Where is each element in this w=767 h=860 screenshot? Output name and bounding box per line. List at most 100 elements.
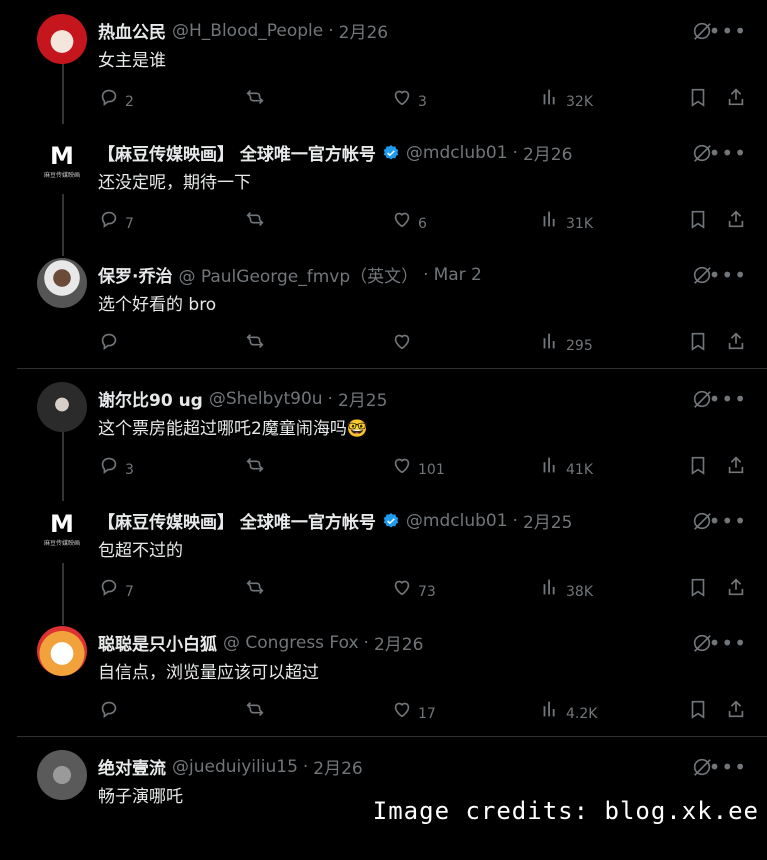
reply-button[interactable]: 2 bbox=[98, 86, 134, 112]
bar-chart-icon bbox=[539, 454, 561, 480]
red-rabbit-avatar[interactable] bbox=[37, 14, 87, 64]
more-options-icon[interactable]: ••• bbox=[709, 509, 747, 533]
views-button[interactable]: 4.2K bbox=[539, 698, 597, 724]
reply-count: 7 bbox=[125, 584, 134, 600]
display-name[interactable]: 【麻豆传媒映画】 全球唯一官方帐号 bbox=[98, 508, 376, 533]
display-name[interactable]: 保罗·乔治 bbox=[98, 262, 172, 287]
share-icon bbox=[725, 330, 747, 356]
user-handle[interactable]: @ Congress Fox bbox=[223, 633, 359, 653]
heart-icon bbox=[391, 576, 413, 602]
reply-icon bbox=[98, 454, 120, 480]
views-button[interactable]: 31K bbox=[539, 208, 593, 234]
like-button[interactable]: 6 bbox=[391, 208, 427, 234]
tweet[interactable]: 热血公民 @H_Blood_People · 2月26 ••• 女主是谁 2 3 32K bbox=[37, 14, 767, 124]
bar-chart-icon bbox=[539, 208, 561, 234]
tweet[interactable]: M 麻豆传媒映画 【麻豆传媒映画】 全球唯一官方帐号 @mdclub01 · 2月25 ••… bbox=[37, 504, 767, 614]
user-handle[interactable]: @Shelbyt90u bbox=[209, 389, 323, 409]
bookmark-button[interactable] bbox=[687, 576, 709, 602]
reply-button[interactable]: 3 bbox=[98, 454, 134, 480]
reply-button[interactable]: 7 bbox=[98, 576, 134, 602]
more-options-icon[interactable]: ••• bbox=[709, 141, 747, 165]
retweet-button[interactable] bbox=[244, 86, 271, 112]
madou-logo[interactable]: M 麻豆传媒映画 bbox=[37, 136, 87, 186]
share-button[interactable] bbox=[725, 576, 747, 602]
user-handle[interactable]: @mdclub01 bbox=[406, 143, 508, 163]
tweet[interactable]: 谢尔比90 ug @Shelbyt90u · 2月25 ••• 这个票房能超过哪吒2魔童闹… bbox=[37, 382, 767, 492]
reply-icon bbox=[98, 208, 120, 234]
reply-button[interactable] bbox=[98, 330, 125, 356]
bookmark-button[interactable] bbox=[687, 330, 709, 356]
views-count: 38K bbox=[566, 584, 593, 600]
display-name[interactable]: 热血公民 bbox=[98, 18, 166, 43]
retweet-button[interactable] bbox=[244, 698, 271, 724]
tweet-header: 聪聪是只小白狐 @ Congress Fox · 2月26 bbox=[98, 630, 423, 656]
like-button[interactable]: 73 bbox=[391, 576, 436, 602]
more-options-icon[interactable]: ••• bbox=[709, 263, 747, 287]
tweet-header: 热血公民 @H_Blood_People · 2月26 bbox=[98, 18, 388, 44]
retweet-button[interactable] bbox=[244, 208, 271, 234]
user-handle[interactable]: @ PaulGeorge_fmvp（英文） bbox=[178, 262, 418, 287]
reply-icon bbox=[98, 576, 120, 602]
user-handle[interactable]: @H_Blood_People bbox=[172, 21, 323, 41]
tweet-date[interactable]: Mar 2 bbox=[434, 265, 482, 285]
share-button[interactable] bbox=[725, 454, 747, 480]
display-name[interactable]: 【麻豆传媒映画】 全球唯一官方帐号 bbox=[98, 140, 376, 165]
like-button[interactable]: 17 bbox=[391, 698, 436, 724]
madou-logo[interactable]: M 麻豆传媒映画 bbox=[37, 504, 87, 554]
reply-button[interactable]: 7 bbox=[98, 208, 134, 234]
user-handle[interactable]: @mdclub01 bbox=[406, 511, 508, 531]
bookmark-button[interactable] bbox=[687, 86, 709, 112]
retweet-button[interactable] bbox=[244, 576, 271, 602]
share-icon bbox=[725, 576, 747, 602]
verified-badge-icon bbox=[382, 144, 400, 162]
share-icon bbox=[725, 86, 747, 112]
retweet-icon bbox=[244, 86, 266, 112]
bookmark-button[interactable] bbox=[687, 698, 709, 724]
share-button[interactable] bbox=[725, 330, 747, 356]
man-photo-avatar[interactable] bbox=[37, 258, 87, 308]
bookmark-button[interactable] bbox=[687, 454, 709, 480]
share-button[interactable] bbox=[725, 698, 747, 724]
action-bar: 7 73 38K bbox=[98, 576, 747, 602]
like-count: 3 bbox=[418, 94, 427, 110]
statue-avatar[interactable] bbox=[37, 750, 87, 800]
share-icon bbox=[725, 454, 747, 480]
retweet-icon bbox=[244, 330, 266, 356]
retweet-button[interactable] bbox=[244, 454, 271, 480]
share-button[interactable] bbox=[725, 86, 747, 112]
like-button[interactable]: 101 bbox=[391, 454, 445, 480]
user-handle[interactable]: @jueduiyiliu15 bbox=[172, 757, 298, 777]
more-options-icon[interactable]: ••• bbox=[709, 631, 747, 655]
views-button[interactable]: 41K bbox=[539, 454, 593, 480]
more-options-icon[interactable]: ••• bbox=[709, 755, 747, 779]
fox-cartoon-avatar[interactable] bbox=[37, 626, 87, 676]
bar-chart-icon bbox=[539, 698, 561, 724]
display-name[interactable]: 谢尔比90 ug bbox=[98, 386, 203, 411]
tweet[interactable]: M 麻豆传媒映画 【麻豆传媒映画】 全球唯一官方帐号 @mdclub01 · 2月26 ••… bbox=[37, 136, 767, 246]
dark-portrait-avatar[interactable] bbox=[37, 382, 87, 432]
display-name[interactable]: 聪聪是只小白狐 bbox=[98, 630, 217, 655]
tweet[interactable]: 聪聪是只小白狐 @ Congress Fox · 2月26 ••• 自信点，浏览量应该可以… bbox=[37, 626, 767, 736]
tweet-date[interactable]: 2月26 bbox=[339, 18, 388, 43]
tweet-date[interactable]: 2月25 bbox=[338, 386, 387, 411]
display-name[interactable]: 绝对壹流 bbox=[98, 754, 166, 779]
tweet-date[interactable]: 2月26 bbox=[374, 630, 423, 655]
views-button[interactable]: 38K bbox=[539, 576, 593, 602]
more-options-icon[interactable]: ••• bbox=[709, 19, 747, 43]
like-button[interactable] bbox=[391, 330, 418, 356]
views-button[interactable]: 32K bbox=[539, 86, 593, 112]
retweet-button[interactable] bbox=[244, 330, 271, 356]
retweet-icon bbox=[244, 454, 266, 480]
tweet-date[interactable]: 2月26 bbox=[313, 754, 362, 779]
share-button[interactable] bbox=[725, 208, 747, 234]
separator-dot: · bbox=[512, 142, 518, 163]
tweet[interactable]: 保罗·乔治 @ PaulGeorge_fmvp（英文） · Mar 2 ••• 选个好看的… bbox=[37, 258, 767, 368]
views-button[interactable]: 295 bbox=[539, 330, 593, 356]
tweet-date[interactable]: 2月25 bbox=[523, 508, 572, 533]
reply-button[interactable] bbox=[98, 698, 125, 724]
tweet-date[interactable]: 2月26 bbox=[523, 140, 572, 165]
separator-dot: · bbox=[363, 632, 369, 653]
more-options-icon[interactable]: ••• bbox=[709, 387, 747, 411]
bookmark-button[interactable] bbox=[687, 208, 709, 234]
like-button[interactable]: 3 bbox=[391, 86, 427, 112]
